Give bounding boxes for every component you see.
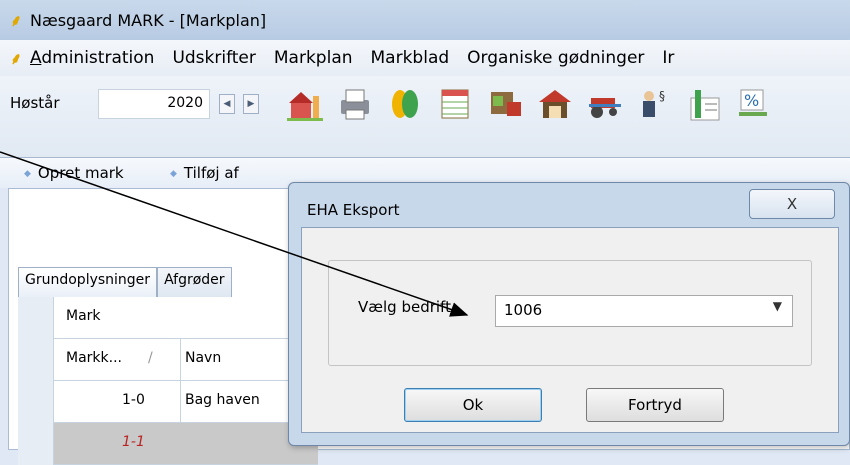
grid-column-header-row: Markk... / Navn (18, 339, 318, 381)
tractor-icon[interactable] (585, 84, 625, 124)
menu-more[interactable]: Ir (662, 48, 674, 68)
ok-button[interactable]: Ok (404, 388, 542, 422)
toolbar: Høstår 2020 ◀ ▶ § % (0, 76, 850, 158)
year-input[interactable]: 2020 (98, 89, 210, 119)
eha-export-dialog: EHA Eksport X Vælg bedrift 1006 ▼ Ok For… (288, 182, 850, 446)
close-button[interactable]: X (749, 189, 835, 219)
chart-icon[interactable] (685, 84, 725, 124)
fertilizer-icon[interactable] (485, 84, 525, 124)
dialog-body: Vælg bedrift 1006 ▼ Ok Fortryd (301, 227, 839, 433)
column-name[interactable]: Navn (180, 339, 221, 381)
document-icon[interactable]: § (635, 84, 675, 124)
year-next-button[interactable]: ▶ (243, 94, 259, 114)
cancel-button[interactable]: Fortryd (586, 388, 724, 422)
grain-icon[interactable] (385, 84, 425, 124)
close-icon: X (786, 195, 798, 213)
field-number-cell: 1-1 (122, 434, 145, 450)
leaf-icon: ⸙ (10, 11, 23, 30)
leaf-icon: ⸙ (10, 49, 23, 68)
add-field-action[interactable]: Tilføj af (170, 164, 239, 182)
column-field-number[interactable]: Markk... (66, 339, 122, 381)
year-label: Høstår (10, 94, 60, 112)
tab-strip: Grundoplysninger Afgrøder (18, 267, 232, 297)
table-icon[interactable] (435, 84, 475, 124)
menu-bar: ⸙ Administration Udskrifter Markplan Mar… (0, 40, 850, 76)
company-select-value: 1006 (504, 301, 543, 319)
fields-grid: Mark Markk... / Navn 1-0 Bag haven 1-1 (18, 297, 318, 465)
grid-group-header-row: Mark (18, 297, 318, 339)
tab-crops[interactable]: Afgrøder (157, 267, 232, 297)
window-title: Næsgaard MARK - [Markplan] (30, 10, 267, 30)
menu-markblad[interactable]: Markblad (371, 48, 450, 68)
create-field-action[interactable]: Opret mark (24, 164, 124, 182)
title-bar: ⸙ Næsgaard MARK - [Markplan] (0, 0, 850, 40)
company-select[interactable]: 1006 ▼ (495, 295, 793, 327)
menu-organiske-godninger[interactable]: Organiske gødninger (467, 48, 644, 68)
svg-text:§: § (659, 89, 665, 103)
year-prev-button[interactable]: ◀ (219, 94, 235, 114)
dialog-title: EHA Eksport (307, 201, 400, 219)
menu-administration[interactable]: Administration (30, 48, 154, 68)
barn-icon[interactable] (535, 84, 575, 124)
field-name-cell: Bag haven (180, 381, 260, 423)
tab-basic-info[interactable]: Grundoplysninger (18, 267, 158, 297)
table-row[interactable]: 1-1 (18, 423, 318, 465)
menu-markplan[interactable]: Markplan (274, 48, 353, 68)
printer-icon[interactable] (335, 84, 375, 124)
menu-udskrifter[interactable]: Udskrifter (172, 48, 255, 68)
chevron-down-icon[interactable]: ▼ (773, 299, 782, 313)
percent-icon[interactable]: % (735, 84, 775, 124)
sort-indicator-icon: / (148, 350, 153, 366)
farm-icon[interactable] (285, 84, 325, 124)
company-label: Vælg bedrift (358, 298, 451, 316)
grid-group-header: Mark (66, 308, 101, 324)
table-row[interactable]: 1-0 Bag haven (18, 381, 318, 423)
svg-text:%: % (744, 91, 759, 110)
field-number-cell: 1-0 (122, 392, 145, 408)
